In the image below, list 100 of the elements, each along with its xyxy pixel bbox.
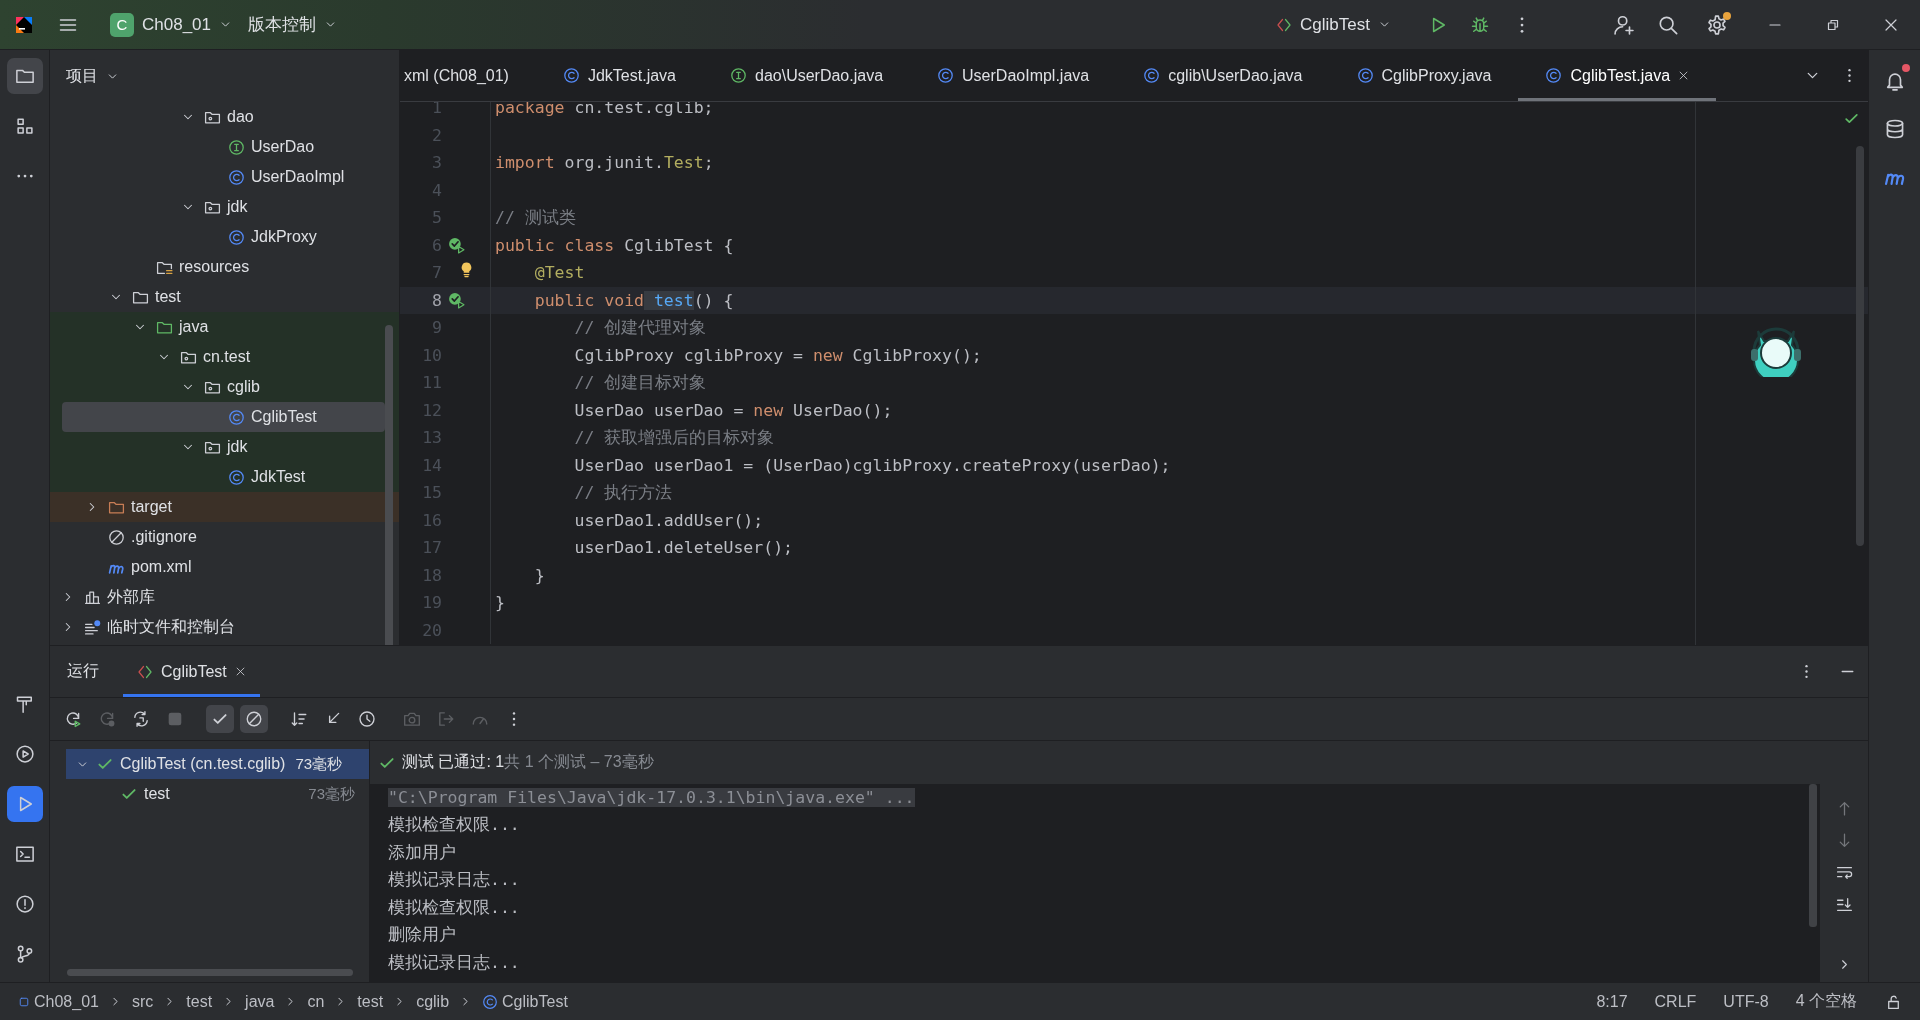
- scroll-to-end-icon[interactable]: [1835, 896, 1853, 913]
- run-configuration[interactable]: CglibTest: [1268, 8, 1399, 41]
- tree-item[interactable]: .gitignore: [50, 522, 399, 552]
- line-number: 8: [431, 290, 442, 310]
- console-line: 删除用户: [388, 924, 456, 947]
- tree-item[interactable]: JdkTest: [50, 462, 399, 492]
- scrollbar[interactable]: [67, 969, 353, 976]
- file-encoding[interactable]: UTF-8: [1723, 992, 1769, 1011]
- test-summary: 共 1 个测试 – 73毫秒: [504, 752, 654, 772]
- editor-tab[interactable]: cglib\UserDao.java: [1116, 50, 1330, 101]
- test-config-icon: [1276, 16, 1293, 33]
- editor-tab[interactable]: dao\UserDao.java: [703, 50, 911, 101]
- console-line: 模拟记录日志...: [388, 869, 520, 892]
- tree-item[interactable]: test: [50, 282, 399, 312]
- breadcrumb[interactable]: java: [245, 992, 275, 1011]
- breadcrumb[interactable]: src: [131, 992, 154, 1011]
- breadcrumb[interactable]: cn: [307, 992, 325, 1011]
- breadcrumb[interactable]: test: [186, 992, 213, 1011]
- code-keyword: import: [495, 153, 555, 173]
- run-test-icon[interactable]: [448, 236, 465, 254]
- tree-item[interactable]: CglibTest: [62, 402, 385, 432]
- editor-tab[interactable]: UserDaoImpl.java: [910, 50, 1117, 101]
- scrollbar[interactable]: [385, 325, 393, 645]
- close-icon[interactable]: [1678, 70, 1690, 81]
- tree-item[interactable]: dao: [50, 102, 399, 132]
- vcs-menu[interactable]: 版本控制: [240, 7, 345, 42]
- console-line: 添加用户: [388, 841, 456, 864]
- class-icon: [482, 993, 499, 1010]
- breadcrumb[interactable]: test: [357, 992, 384, 1011]
- editor-tab[interactable]: CglibProxy.java: [1329, 50, 1519, 101]
- code-text: UserDao userDao =: [574, 400, 744, 420]
- code-text: () {: [693, 290, 734, 310]
- tree-item[interactable]: cn.test: [50, 342, 399, 372]
- line-separator[interactable]: CRLF: [1654, 992, 1697, 1011]
- code-text: ;: [703, 153, 714, 173]
- code-keyword: public class: [495, 235, 615, 255]
- tree-item[interactable]: jdk: [50, 192, 399, 222]
- project-tool-icon[interactable]: [6, 58, 43, 94]
- run-tab[interactable]: CglibTest: [123, 646, 260, 697]
- code-annotation: Test: [663, 153, 704, 173]
- class-icon: [228, 228, 245, 246]
- breadcrumb[interactable]: cglib: [416, 992, 450, 1011]
- code-text: CglibProxy cglibProxy =: [574, 345, 803, 365]
- code-text: userDao1.addUser();: [574, 510, 764, 530]
- code-text: UserDao();: [792, 400, 893, 420]
- tree-item[interactable]: UserDaoImpl: [50, 162, 399, 192]
- tree-item[interactable]: java: [50, 312, 399, 342]
- code-text: CglibTest {: [623, 235, 734, 255]
- test-item[interactable]: CglibTest (cn.test.cglib) 73毫秒: [66, 749, 369, 779]
- ignore-icon: [108, 528, 125, 546]
- tree-item[interactable]: resources: [50, 252, 399, 282]
- project-switcher[interactable]: C Ch08_01: [102, 6, 240, 43]
- run-test-icon[interactable]: [448, 291, 465, 309]
- interface-icon: [228, 138, 245, 156]
- tree-item[interactable]: 外部库: [50, 582, 399, 612]
- debug-icon[interactable]: [1470, 14, 1490, 35]
- code-comment: // 获取增强后的目标对象: [574, 427, 775, 447]
- editor-tab[interactable]: CglibTest.java: [1518, 50, 1717, 101]
- console-line: 模拟记录日志...: [388, 951, 520, 974]
- code-comment: // 执行方法: [574, 482, 673, 502]
- console-line: 模拟检查权限...: [388, 896, 520, 919]
- tree-item[interactable]: jdk: [50, 432, 399, 462]
- app-logo[interactable]: [14, 14, 34, 35]
- tree-item[interactable]: target: [50, 492, 399, 522]
- console-line: 模拟检查权限...: [388, 814, 520, 837]
- tree-item[interactable]: 临时文件和控制台: [50, 612, 399, 642]
- scrollbar[interactable]: [1856, 146, 1864, 546]
- search-icon[interactable]: [1657, 13, 1679, 36]
- test-item[interactable]: test 73毫秒: [66, 779, 369, 809]
- class-icon: [228, 408, 245, 426]
- editor-tab[interactable]: xml (Ch08_01): [400, 50, 536, 101]
- caret-position[interactable]: 8:17: [1596, 992, 1628, 1011]
- scrollbar[interactable]: [1809, 784, 1817, 927]
- settings-icon[interactable]: [1706, 13, 1728, 36]
- project-view-menu[interactable]: 项目: [66, 65, 119, 87]
- code-text: CglibProxy();: [851, 345, 982, 365]
- tree-item[interactable]: pom.xml: [50, 552, 399, 582]
- code-text: userDao1.deleteUser();: [574, 538, 793, 558]
- tree-item[interactable]: JdkProxy: [50, 222, 399, 252]
- tree-item[interactable]: UserDao: [50, 132, 399, 162]
- lock-icon[interactable]: [1885, 993, 1902, 1010]
- code-text: }: [534, 565, 545, 585]
- run-tool-icon[interactable]: [6, 786, 43, 822]
- show-passed-icon[interactable]: [206, 705, 234, 733]
- editor-tab[interactable]: JdkTest.java: [535, 50, 703, 101]
- class-icon: [562, 67, 580, 84]
- module-icon: [18, 995, 30, 1008]
- close-icon[interactable]: [234, 666, 246, 677]
- class-icon: [1143, 67, 1161, 84]
- breadcrumb[interactable]: Ch08_01: [18, 992, 99, 1011]
- class-icon: [228, 468, 245, 486]
- code-text: }: [495, 593, 505, 613]
- code-comment: // 创建目标对象: [574, 372, 707, 392]
- add-user-icon[interactable]: [1613, 13, 1635, 36]
- indent-setting[interactable]: 4 个空格: [1795, 991, 1857, 1012]
- tree-item[interactable]: cglib: [50, 372, 399, 402]
- soft-wrap-icon[interactable]: [1835, 864, 1853, 881]
- class-icon: [1356, 67, 1374, 84]
- breadcrumb[interactable]: CglibTest: [482, 992, 568, 1011]
- show-ignored-icon[interactable]: [240, 705, 268, 733]
